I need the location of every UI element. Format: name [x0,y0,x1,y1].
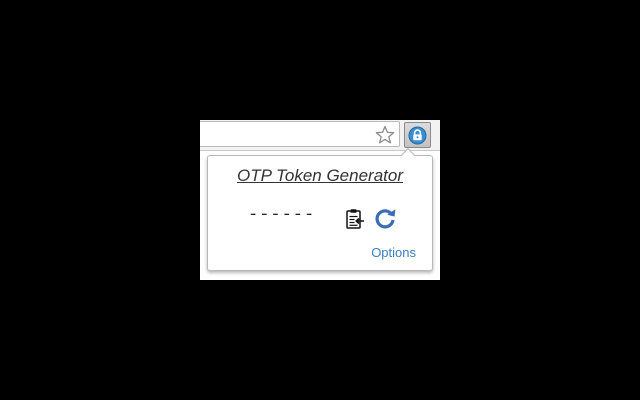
options-link[interactable]: Options [371,245,416,260]
extension-button[interactable] [404,122,431,148]
refresh-icon[interactable] [373,207,397,231]
otp-token-display: ------ [248,206,316,225]
browser-window-crop: OTP Token Generator ------ Options [200,120,440,280]
otp-popup: OTP Token Generator ------ Options [207,155,433,271]
clipboard-icon[interactable] [345,208,365,230]
browser-toolbar [200,120,440,151]
popup-title: OTP Token Generator [237,166,403,185]
star-icon[interactable] [375,125,395,145]
address-bar[interactable] [200,121,400,147]
